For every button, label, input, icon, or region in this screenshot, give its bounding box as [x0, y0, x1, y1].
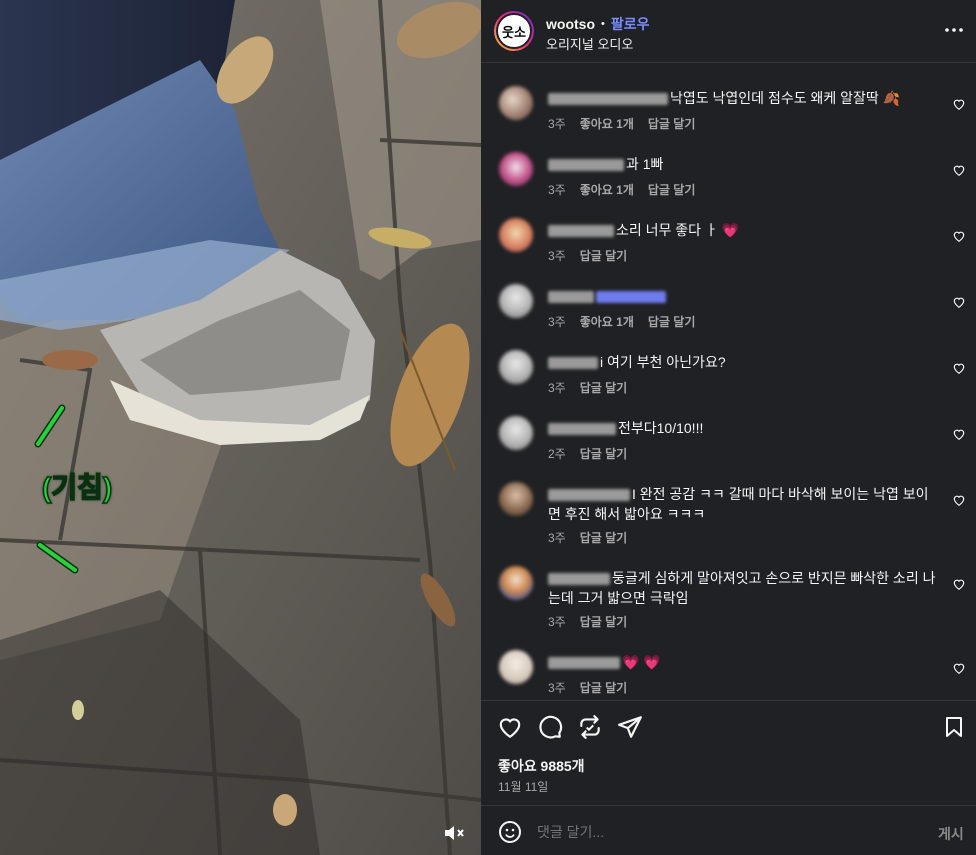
comment-avatar[interactable]: [499, 86, 533, 120]
blurred-username[interactable]: [548, 573, 610, 586]
comment-avatar[interactable]: [499, 284, 533, 318]
follow-button[interactable]: 팔로우: [611, 14, 650, 34]
comment-text: 둥글게 심하게 말아져잇고 손으로 반지믄 빠삭한 소리 나는데 그거 밟으면 …: [548, 570, 936, 606]
likes-count[interactable]: 좋아요 9885개: [498, 756, 585, 776]
comment-text: 💗 💗: [548, 652, 938, 672]
comment-like-icon[interactable]: [952, 427, 966, 441]
blurred-username[interactable]: [548, 93, 668, 106]
comment-text: 낙엽도 낙엽인데 점수도 왜케 알잘딱 🍂: [548, 88, 938, 108]
post-comment-button[interactable]: 게시: [938, 824, 964, 844]
comment-text: 과 1빠: [548, 154, 938, 174]
comment-like-icon[interactable]: [952, 493, 966, 507]
comment-time: 3주: [548, 315, 566, 329]
blurred-username[interactable]: [548, 225, 614, 238]
reply-button[interactable]: 답글 달기: [580, 529, 628, 546]
blurred-username[interactable]: [548, 489, 630, 502]
comment-avatar[interactable]: [499, 350, 533, 384]
audio-label[interactable]: 오리지널 오디오: [546, 34, 633, 53]
post-date: 11월 11일: [498, 780, 549, 794]
comment-like-icon[interactable]: [952, 361, 966, 375]
comment-avatar[interactable]: [499, 416, 533, 450]
more-icon[interactable]: [944, 22, 964, 38]
comment-meta: 3주 좋아요 1개 답글 달기: [548, 115, 695, 132]
reply-button[interactable]: 답글 달기: [580, 445, 628, 462]
comment-time: 3주: [548, 117, 566, 131]
post-media[interactable]: (기침): [0, 0, 481, 855]
reply-button[interactable]: 답글 달기: [648, 313, 696, 330]
like-icon[interactable]: [497, 714, 523, 740]
comment-meta: 3주 좋아요 1개 답글 달기: [548, 181, 695, 198]
comment-like-icon[interactable]: [952, 661, 966, 675]
comment-like-icon[interactable]: [952, 163, 966, 177]
profile-avatar[interactable]: 웃소: [494, 11, 534, 51]
comment-text: [548, 286, 938, 306]
actions-divider: [481, 700, 976, 701]
comment-like-icon[interactable]: [952, 577, 966, 591]
comment-time: 2주: [548, 447, 566, 461]
comment-meta: 3주 답글 달기: [548, 529, 627, 546]
emoji-icon[interactable]: [498, 820, 522, 844]
comment-likes[interactable]: 좋아요 1개: [580, 115, 634, 132]
comment-meta: 3주 답글 달기: [548, 679, 627, 696]
comment-likes[interactable]: 좋아요 1개: [580, 313, 634, 330]
comment-like-icon[interactable]: [952, 229, 966, 243]
composer-divider: [481, 805, 976, 806]
comment-avatar[interactable]: [499, 218, 533, 252]
comment-icon[interactable]: [537, 714, 563, 740]
video-frame: [0, 0, 481, 855]
blurred-username[interactable]: [548, 357, 598, 370]
username[interactable]: wootso: [546, 16, 595, 32]
comment-text: 전부다10/10!!!: [548, 418, 938, 438]
comment-meta: 3주 좋아요 1개 답글 달기: [548, 313, 695, 330]
share-icon[interactable]: [617, 714, 643, 740]
comment-like-icon[interactable]: [952, 97, 966, 111]
overlay-caption: (기침): [41, 471, 113, 504]
comment-meta: 2주 답글 달기: [548, 445, 627, 462]
header-divider: [481, 62, 976, 63]
comment-time: 3주: [548, 183, 566, 197]
comment-text: i 여기 부천 아닌가요?: [548, 352, 938, 372]
blurred-username[interactable]: [548, 291, 594, 304]
reply-button[interactable]: 답글 달기: [648, 115, 696, 132]
reply-button[interactable]: 답글 달기: [580, 613, 628, 630]
comment-text: I 완전 공감 ㅋㅋ 갈때 마다 바삭해 보이는 낙엽 보이면 후진 해서 밟아…: [548, 486, 929, 522]
comment-meta: 3주 답글 달기: [548, 247, 627, 264]
avatar-logo-text: 웃소: [496, 13, 532, 49]
reply-button[interactable]: 답글 달기: [580, 679, 628, 696]
comment-time: 3주: [548, 249, 566, 263]
blurred-username[interactable]: [548, 159, 624, 172]
comment-meta: 3주 답글 달기: [548, 613, 627, 630]
blurred-mention[interactable]: [596, 291, 666, 304]
comment-text: 소리 너무 좋다 ㅏ 💗: [548, 220, 938, 240]
mute-icon[interactable]: [442, 823, 466, 843]
separator-dot: •: [601, 18, 605, 30]
blurred-username[interactable]: [548, 657, 620, 670]
comment-time: 3주: [548, 381, 566, 395]
blurred-username[interactable]: [548, 423, 616, 436]
comment-likes[interactable]: 좋아요 1개: [580, 181, 634, 198]
comment-avatar[interactable]: [499, 152, 533, 186]
comment-time: 3주: [548, 531, 566, 545]
comment-time: 3주: [548, 681, 566, 695]
reply-button[interactable]: 답글 달기: [648, 181, 696, 198]
comment-avatar[interactable]: [499, 482, 533, 516]
comment-time: 3주: [548, 615, 566, 629]
repost-icon[interactable]: [577, 714, 603, 740]
post-panel: 웃소 wootso • 팔로우 오리지널 오디오 낙엽도 낙엽인데 점수도 왜케…: [481, 0, 976, 855]
comment-like-icon[interactable]: [952, 295, 966, 309]
comment-input[interactable]: [537, 819, 917, 845]
comment-meta: 3주 답글 달기: [548, 379, 627, 396]
reply-button[interactable]: 답글 달기: [580, 379, 628, 396]
comment-avatar[interactable]: [499, 650, 533, 684]
save-icon[interactable]: [942, 714, 966, 740]
comment-avatar[interactable]: [499, 566, 533, 600]
reply-button[interactable]: 답글 달기: [580, 247, 628, 264]
